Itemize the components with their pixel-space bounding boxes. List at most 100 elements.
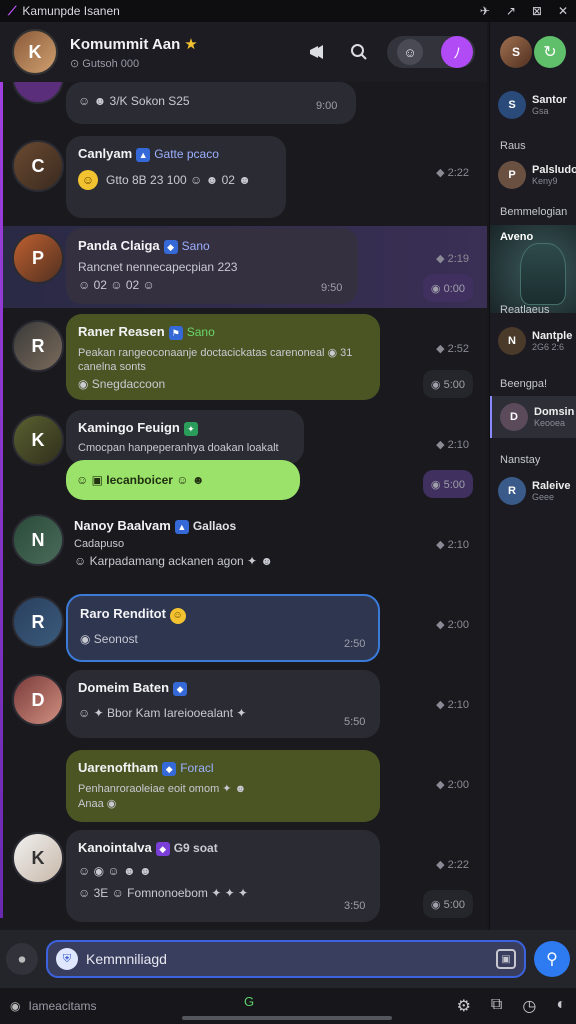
verified-icon: ▲ [174, 519, 189, 534]
message-row: R Raro Renditot ☺ ◉ Seonost 2:50 ◆ 2:00 [0, 592, 487, 668]
message-bubble[interactable]: Kanointalva ◆ G9 soat ☺ ◉ ☺ ☻ ☻ ☺ 3E ☺ Fom… [66, 830, 380, 922]
profile-icon[interactable]: ◉ [10, 999, 20, 1013]
reaction-pill[interactable]: ◉ 5:00 [422, 890, 473, 918]
message-input[interactable]: ⛨ Kemmniliagd ▣ [46, 940, 526, 978]
call-toggle[interactable]: ☺ ﾉ [387, 36, 475, 68]
section-header: Nanstay [500, 454, 541, 466]
verified-icon: ◆ [173, 681, 188, 696]
author-line: Kanointalva ◆ G9 soat [78, 840, 368, 856]
emoji-icon[interactable]: ☺ [78, 169, 98, 190]
author-name[interactable]: Kanointalva [78, 840, 152, 855]
attach-icon[interactable]: ▣ [496, 949, 516, 969]
message-bubble[interactable]: Kamingo Feuign ✦ Cmocpan hanpeperanhya do… [66, 410, 304, 464]
message-text: Penhanroraoleiae eoit omom ✦ ☻ [78, 782, 247, 795]
author-line: Panda Claiga ◆ Sano [78, 238, 346, 254]
contact-name: Santor [532, 94, 567, 106]
avatar[interactable]: D [12, 674, 64, 726]
author-tag: Foracl [180, 761, 214, 775]
contact-name: Raleive [532, 480, 571, 492]
user-avatar[interactable]: S [500, 36, 532, 68]
refresh-icon[interactable]: ↻ [534, 36, 566, 68]
search-icon[interactable] [345, 38, 373, 66]
bottom-icons: ⚙ ⧉ ◷ ◐ [457, 996, 566, 1016]
megaphone-icon[interactable] [303, 38, 331, 66]
copy-icon[interactable]: ⧉ [491, 996, 502, 1016]
reaction-row: ☺ Gtto 8B 23 100 ☺ ☻ 02 ☻ [78, 169, 274, 190]
avatar[interactable]: K [12, 832, 64, 884]
contact-sub: Keny9 [532, 176, 558, 186]
avatar[interactable]: P [12, 232, 64, 284]
chat-title[interactable]: Komummit Aan ★ [70, 35, 198, 53]
author-name[interactable]: Panda Claiga [78, 238, 160, 253]
section-header: Bemmelogian [500, 206, 568, 218]
author-name[interactable]: Raner Reasen [78, 324, 165, 339]
message-bubble[interactable]: ☺ ☻ 3/K Sokon S25 [66, 82, 356, 124]
sidebar-item-raleive[interactable]: R Raleive Geee [490, 470, 576, 512]
avatar[interactable]: N [12, 514, 64, 566]
sidebar-item-domsin[interactable]: D Domsin Keooea [490, 396, 576, 438]
avatar: S [498, 91, 526, 119]
avatar[interactable]: R [12, 596, 64, 648]
author-name[interactable]: Kamingo Feuign [78, 420, 180, 435]
verified-icon: ◆ [163, 239, 178, 254]
reaction-pill[interactable]: ◉ 5:00 [422, 470, 473, 498]
avatar[interactable]: K [12, 414, 64, 466]
author-name[interactable]: Nanoy Baalvam [74, 518, 171, 533]
reaction-row: ☺ ☻ 3/K Sokon S25 [78, 94, 190, 108]
avatar[interactable]: C [12, 140, 64, 192]
reaction-pill[interactable]: ◉ 5:00 [422, 370, 473, 398]
right-sidebar: S ↻ S Santor Gsa Raus P Palsludo Keny9 Bem… [489, 22, 576, 930]
bottom-label[interactable]: Iameacitams [28, 999, 96, 1013]
contact-name: Nantple [532, 330, 573, 342]
contact-sub: 2G6 2:6 [532, 342, 565, 352]
author-tag: Gatte pcaco [154, 147, 219, 161]
message-bubble[interactable]: Domeim Baten ◆ ☺ ✦ Bbor Kam Iareiooealant… [66, 670, 380, 738]
sidebar-item-palsludo[interactable]: P Palsludo Keny9 [490, 154, 576, 196]
message-bubble[interactable]: Raner Reasen ⚑ Sano Peakan rangeoconaanje … [66, 314, 380, 400]
sidebar-item-santor[interactable]: S Santor Gsa [490, 84, 576, 126]
share-icon[interactable]: ↗ [506, 4, 516, 18]
message-row-highlighted: P Panda Claiga ◆ Sano Rancnet nennecapecpi… [0, 226, 487, 308]
emoji-icon[interactable]: ☺ [397, 39, 423, 65]
message-bubble[interactable]: Canlyam ▲ Gatte pcaco ☺ Gtto 8B 23 100 ☺ ☻… [66, 136, 286, 218]
microphone-icon[interactable]: ⏺ [6, 943, 38, 975]
author-name[interactable]: Canlyam [78, 146, 132, 161]
author-name[interactable]: Raro Renditot [80, 606, 166, 621]
message-bubble[interactable]: Uarenoftham ◆ Foracl Penhanroraoleiae eoit… [66, 750, 380, 822]
reaction-row: ☺ Karpadamang ackanen agon ✦ ☻ [74, 553, 274, 568]
timestamp: ◆ 2:22 [436, 859, 469, 871]
avatar[interactable]: R [12, 320, 64, 372]
theme-icon[interactable]: ◐ [556, 996, 566, 1016]
message-bubble-selected[interactable]: Raro Renditot ☺ ◉ Seonost [66, 594, 380, 662]
avatar[interactable]: • [12, 82, 64, 104]
message-text-2: Anaa ◉ [78, 797, 117, 810]
highlight-reply[interactable]: ☺ ▣ Iecanboicer ☺ ☻ [66, 460, 300, 500]
reaction-text: Gtto 8B 23 100 ☺ ☻ 02 ☻ [106, 172, 251, 187]
featured-card[interactable]: Aveno [490, 225, 576, 313]
message-bubble[interactable]: Panda Claiga ◆ Sano Rancnet nennecapecpian… [66, 228, 358, 304]
send-icon[interactable]: ✈ [480, 4, 490, 18]
settings-icon[interactable]: ⚙ [457, 996, 471, 1016]
timestamp: 9:50 [321, 282, 343, 294]
message-bubble[interactable]: Nanoy Baalvam ▲ Gallaos Cadapuso ☺ Karpada… [66, 510, 296, 584]
reaction-pill[interactable]: ◉ 0:00 [422, 274, 473, 302]
close-icon[interactable]: ✕ [558, 4, 568, 18]
group-avatar[interactable]: K [12, 29, 58, 75]
shield-icon: ⛨ [56, 948, 78, 970]
location-icon[interactable]: ⚲ [534, 941, 570, 977]
message-feed[interactable]: • ☺ ☻ 3/K Sokon S25 9:00 C Canlyam▲Gatte… [0, 82, 487, 930]
voice-icon[interactable]: ﾉ [441, 36, 473, 68]
timestamp: ◆ 2:10 [436, 439, 469, 451]
center-glyph-icon[interactable]: G [244, 994, 254, 1009]
timestamp: ◆ 2:19 [436, 253, 469, 265]
section-header: Raus [500, 140, 526, 152]
avatar: N [498, 327, 526, 355]
avatar: P [498, 161, 526, 189]
sidebar-item-nantple[interactable]: N Nantple 2G6 2:6 [490, 320, 576, 362]
sidebar-labels: Domsin Keooea [534, 406, 574, 428]
message-input-value[interactable]: Kemmniliagd [86, 951, 167, 967]
author-name[interactable]: Uarenoftham [78, 760, 158, 775]
author-name[interactable]: Domeim Baten [78, 680, 169, 695]
clock-icon[interactable]: ◷ [522, 996, 536, 1016]
window-icon[interactable]: ⊠ [532, 4, 542, 18]
